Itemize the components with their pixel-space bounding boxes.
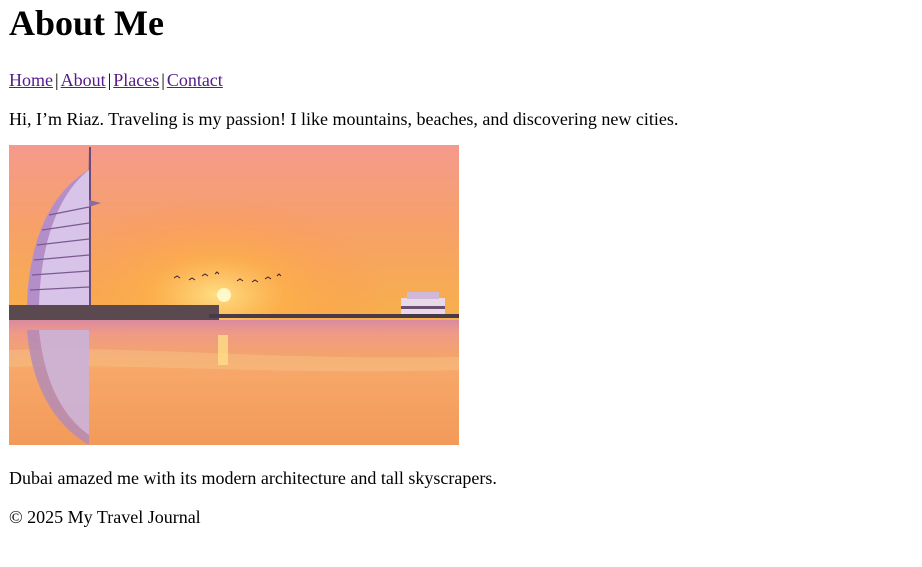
page: About Me Home | About | Places | Contact Hi, I… bbox=[9, 0, 914, 529]
nav-link-about[interactable]: About bbox=[61, 70, 106, 90]
photo-caption: Dubai amazed me with its modern architec… bbox=[9, 468, 497, 488]
page-title: About Me bbox=[9, 3, 164, 43]
jetty bbox=[9, 305, 219, 321]
nav-link-home[interactable]: Home bbox=[9, 70, 53, 90]
dubai-sunset-photo bbox=[9, 145, 459, 445]
nav-link-places[interactable]: Places bbox=[113, 70, 159, 90]
intro-paragraph: Hi, I’m Riaz. Traveling is my passion! I… bbox=[9, 109, 679, 129]
nav-link-contact[interactable]: Contact bbox=[167, 70, 223, 90]
main-nav: Home | About | Places | Contact bbox=[9, 68, 914, 92]
pier bbox=[209, 314, 459, 318]
nav-separator: | bbox=[55, 70, 59, 90]
sun bbox=[217, 288, 231, 302]
footer: © 2025 My Travel Journal bbox=[9, 507, 201, 527]
sun-reflection bbox=[218, 335, 228, 365]
nav-separator: | bbox=[161, 70, 165, 90]
boat bbox=[401, 292, 445, 314]
